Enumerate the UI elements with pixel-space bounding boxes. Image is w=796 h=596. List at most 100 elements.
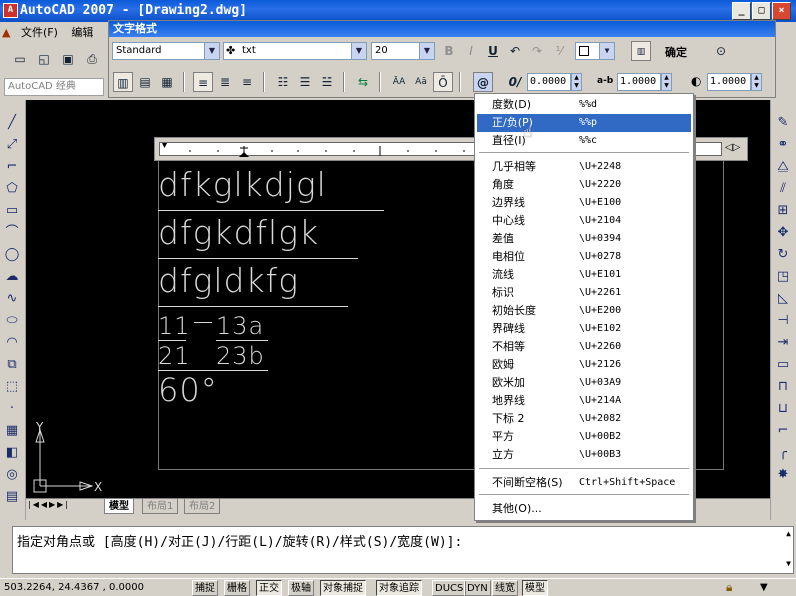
grid-toggle[interactable]: 栅格 [224,580,250,596]
spline-icon[interactable]: ∿ [3,290,21,308]
command-window[interactable]: 指定对角点或 [高度(H)/对正(J)/行距(L)/旋转(R)/样式(S)/宽度… [12,526,794,574]
line-icon[interactable]: ╱ [3,114,21,132]
fillet-icon[interactable]: ╭ [774,444,792,462]
text-style-select[interactable]: Standard ▼ [112,42,220,60]
mirror-icon[interactable]: ⧋ [774,158,792,176]
save-icon[interactable]: ▣ [58,49,78,69]
hatch-icon[interactable]: ▦ [3,422,21,440]
scroll-down-icon[interactable]: ▼ [786,559,791,568]
explode-icon[interactable]: ✸ [774,466,792,484]
oblique-angle-input[interactable]: 0.0000 [527,73,571,91]
move-icon[interactable]: ✥ [774,224,792,242]
symbol-menu-item[interactable]: 初始长度 \U+E200 [477,302,691,320]
print-icon[interactable]: ⎙ [82,49,102,69]
table-icon[interactable]: ▤ [3,488,21,506]
ellipse-icon[interactable]: ⬭ [3,312,21,330]
symbol-menu-item[interactable]: 不间断空格(S) Ctrl+Shift+Space [477,474,691,492]
point-icon[interactable]: · [3,400,21,418]
erase-icon[interactable]: ✎ [774,114,792,132]
symbol-menu-item[interactable]: 流线 \U+E101 [477,266,691,284]
snap-toggle[interactable]: 捕捉 [192,580,218,596]
extend-icon[interactable]: ⇥ [774,334,792,352]
revision-cloud-icon[interactable]: ☁ [3,268,21,286]
stretch-icon[interactable]: ◺ [774,290,792,308]
lettered-list-icon[interactable]: ☱ [317,72,337,92]
arc-icon[interactable]: ⌒ [3,224,21,242]
symbol-menu-item[interactable]: 标识 \U+2261 [477,284,691,302]
color-select[interactable]: ▼ [575,42,615,60]
symbol-menu-item[interactable]: 差值 \U+0394 [477,230,691,248]
polar-toggle[interactable]: 极轴 [288,580,314,596]
symbol-menu-item[interactable]: 地界线 \U+214A [477,392,691,410]
lowercase-icon[interactable]: Aā [411,72,431,92]
align-right-icon[interactable]: ≡ [237,72,257,92]
symbol-menu-item[interactable]: 其他(O)... [477,500,691,518]
construction-line-icon[interactable]: ⤢ [3,136,21,154]
symbol-menu-item[interactable]: 电相位 \U+0278 [477,248,691,266]
ortho-toggle[interactable]: 正交 [256,580,282,596]
osnap-toggle[interactable]: 对象捕捉 [320,580,366,596]
symbol-menu-item[interactable]: 几乎相等 \U+2248 [477,158,691,176]
symbol-menu-item[interactable]: 界碑线 \U+E102 [477,320,691,338]
rectangle-icon[interactable]: ▭ [3,202,21,220]
redo-icon[interactable]: ↷ [527,41,547,61]
gradient-icon[interactable]: ◧ [3,444,21,462]
maximize-button[interactable]: □ [752,2,771,20]
lineweight-toggle[interactable]: 线宽 [492,580,518,596]
tracking-input[interactable]: 1.0000 [617,73,661,91]
bullet-list-icon[interactable]: ☰ [295,72,315,92]
symbol-menu-item[interactable]: 边界线 \U+E100 [477,194,691,212]
underline-button[interactable]: U [483,41,503,61]
uppercase-icon[interactable]: ĀA [389,72,409,92]
symbol-menu-item[interactable]: 平方 \U+00B2 [477,428,691,446]
status-menu-icon[interactable]: ▼ [760,579,768,596]
model-toggle[interactable]: 模型 [522,580,548,596]
ok-button[interactable]: 确定 [665,44,687,60]
menu-edit[interactable]: 编辑 [66,22,98,44]
circle-icon[interactable]: ◯ [3,246,21,264]
bold-button[interactable]: B [439,41,459,61]
dyn-toggle[interactable]: DYN [464,580,491,596]
tab-scroll-icon[interactable]: |◀◀▶▶| [28,500,70,509]
ducs-toggle[interactable]: DUCS [432,580,467,596]
break-at-point-icon[interactable]: ▭ [774,356,792,374]
trim-icon[interactable]: ⊣ [774,312,792,330]
make-block-icon[interactable]: ⬚ [3,378,21,396]
spinner-icon[interactable]: ▲ ▼ [661,73,672,91]
font-select[interactable]: ✤ txt ▼ [223,42,367,60]
tab-layout1[interactable]: 布局1 [142,499,179,514]
align-left-icon[interactable]: ≡ [193,72,213,92]
scroll-up-icon[interactable]: ▲ [786,529,791,538]
symbol-menu-item[interactable]: 立方 \U+00B3 [477,446,691,464]
overline-icon[interactable]: Ō [433,72,453,92]
ellipse-arc-icon[interactable]: ◠ [3,334,21,352]
minimize-button[interactable]: _ [732,2,751,20]
chamfer-icon[interactable]: ⌐ [774,422,792,440]
rotate-icon[interactable]: ↻ [774,246,792,264]
width-factor-input[interactable]: 1.0000 [707,73,751,91]
stack-icon[interactable]: ⅟ [549,41,569,61]
align-center-icon[interactable]: ≣ [215,72,235,92]
region-icon[interactable]: ◎ [3,466,21,484]
workspace-select[interactable]: AutoCAD 经典 [4,78,104,96]
spinner-icon[interactable]: ▲ ▼ [571,73,582,91]
polygon-icon[interactable]: ⬠ [3,180,21,198]
join-icon[interactable]: ⊔ [774,400,792,418]
polyline-icon[interactable]: ⌐ [3,158,21,176]
symbol-button[interactable]: @ [473,72,493,92]
symbol-menu-item[interactable]: 欧姆 \U+2126 [477,356,691,374]
close-button[interactable]: × [772,2,791,20]
ruler-width-handle-icon[interactable]: ◁▷ [725,142,740,153]
symbol-menu-item[interactable]: 中心线 \U+2104 [477,212,691,230]
options-icon[interactable]: ⊙ [711,41,731,61]
copy-icon[interactable]: ⚭ [774,136,792,154]
paragraph-align-icon[interactable]: ▦ [157,72,177,92]
symbol-menu-item[interactable]: 角度 \U+2220 [477,176,691,194]
text-height-select[interactable]: 20 ▼ [371,42,435,60]
numbered-list-icon[interactable]: ☷ [273,72,293,92]
symbol-menu-item[interactable]: 直径(I) %%c [477,132,691,150]
multiple-columns-icon[interactable]: ▤ [135,72,155,92]
symbol-menu-item[interactable]: 下标 2 \U+2082 [477,410,691,428]
insert-block-icon[interactable]: ⧉ [3,356,21,374]
spinner-icon[interactable]: ▲ ▼ [751,73,762,91]
